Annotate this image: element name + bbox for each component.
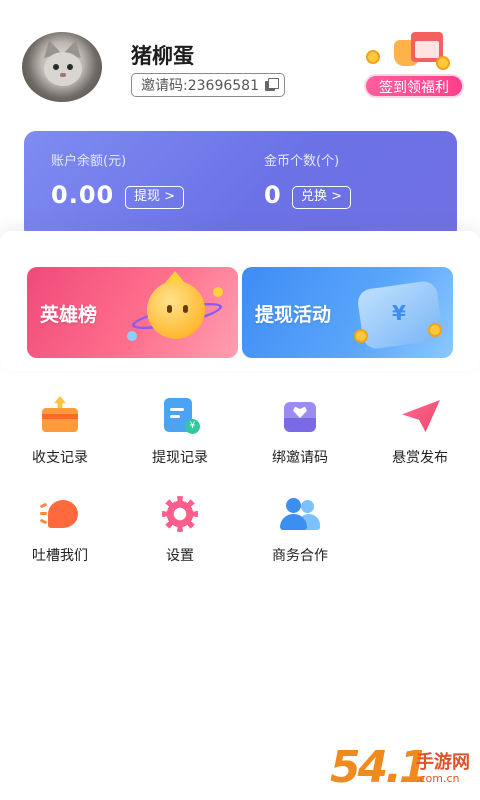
paper-plane-icon [400, 396, 440, 436]
coin-icon [366, 50, 380, 64]
income-expense-icon [40, 396, 80, 436]
checkin-label: 签到领福利 [364, 74, 464, 98]
site-watermark: 54.1 手游网 .com.cn [330, 742, 476, 796]
menu-item-bind-invite[interactable]: 绑邀请码 [245, 396, 355, 476]
account-balance-value: 0.00 [51, 181, 115, 209]
invite-code-text: 邀请码:23696581 [141, 78, 259, 94]
cat-face [44, 52, 82, 86]
people-icon [280, 494, 320, 534]
menu-label: 提现记录 [152, 450, 208, 466]
exchange-button[interactable]: 兑换 > [292, 186, 352, 209]
decor-dot [127, 331, 137, 341]
invite-code-badge[interactable]: 邀请码:23696581 [131, 73, 285, 97]
withdraw-button[interactable]: 提现 > [125, 186, 185, 209]
watermark-url: .com.cn [416, 772, 460, 785]
withdraw-activity-banner[interactable]: ¥ 提现活动 [242, 267, 453, 358]
planet-icon [147, 281, 205, 339]
menu-item-feedback[interactable]: 吐槽我们 [5, 494, 115, 574]
cat-eye [53, 64, 59, 70]
cat-eye [67, 64, 73, 70]
menu-label: 商务合作 [272, 548, 328, 564]
avatar[interactable] [22, 32, 102, 102]
balance-card: 账户余额(元) 0.00 提现 > 金币个数(个) 0 兑换 > [24, 131, 457, 241]
menu-label: 绑邀请码 [272, 450, 328, 466]
watermark-site-name: 手游网 [416, 752, 470, 773]
cat-nose [60, 73, 66, 77]
menu-label: 设置 [166, 548, 194, 564]
menu-item-business[interactable]: 商务合作 [245, 494, 355, 574]
decor-dot [213, 287, 223, 297]
menu-label: 收支记录 [32, 450, 88, 466]
menu-label: 悬赏发布 [392, 450, 448, 466]
account-balance-label: 账户余额(元) [51, 154, 127, 169]
menu-item-income-expense[interactable]: 收支记录 [5, 396, 115, 476]
planet-eye [183, 305, 188, 313]
menu-label: 吐槽我们 [32, 548, 88, 564]
promo-panel: 英雄榜 ¥ 提现活动 [0, 231, 480, 371]
withdraw-activity-title: 提现活动 [255, 304, 332, 326]
hero-board-banner[interactable]: 英雄榜 [27, 267, 238, 358]
menu-item-bounty-post[interactable]: 悬赏发布 [365, 396, 475, 476]
coin-icon [428, 323, 442, 337]
menu-item-withdraw-record[interactable]: ¥ 提现记录 [125, 396, 235, 476]
copy-icon[interactable] [264, 78, 279, 92]
gear-icon [160, 494, 200, 534]
feedback-icon [39, 494, 80, 534]
coins-label: 金币个数(个) [264, 154, 340, 169]
withdraw-record-icon: ¥ [160, 396, 200, 436]
crown-icon [165, 271, 185, 283]
coin-icon [436, 56, 450, 70]
bind-invite-icon [280, 396, 320, 436]
coins-value: 0 [264, 181, 282, 209]
planet-eye [167, 305, 172, 313]
watermark-number: 54.1 [330, 742, 430, 793]
checkin-reward-button[interactable]: 签到领福利 [364, 26, 464, 100]
menu-item-settings[interactable]: 设置 [125, 494, 235, 574]
yen-icon: ¥ [392, 301, 406, 325]
hero-board-title: 英雄榜 [40, 304, 98, 326]
coin-icon [354, 329, 368, 343]
gift-illustration [378, 26, 443, 72]
username: 猪柳蛋 [131, 44, 194, 68]
